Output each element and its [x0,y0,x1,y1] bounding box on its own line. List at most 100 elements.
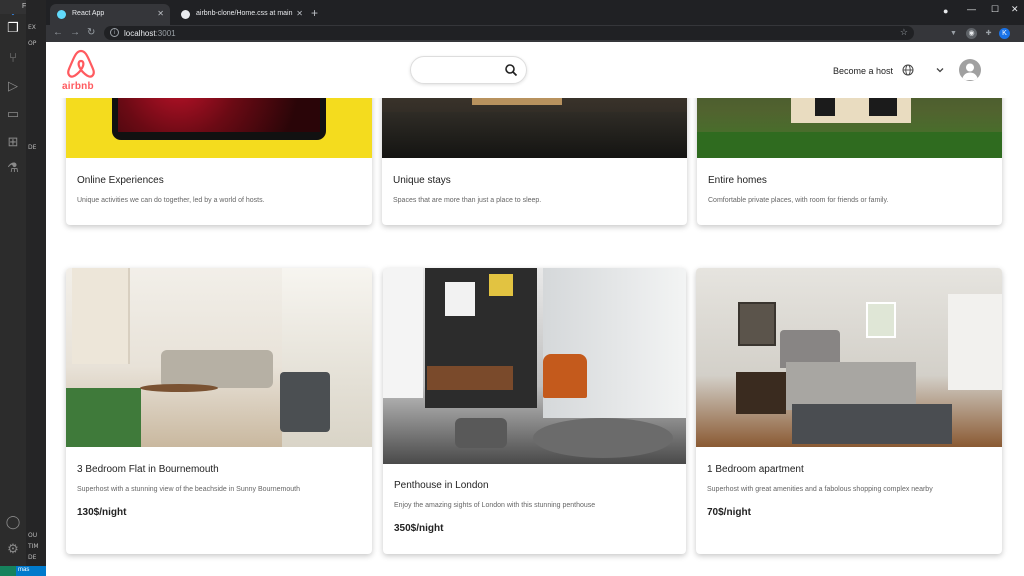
tab-title: React App [72,10,105,17]
listing-title: 3 Bedroom Flat in Bournemouth [77,464,219,475]
rug-image [792,404,952,444]
address-bar[interactable]: i localhost:3001 ☆ [104,26,914,40]
rug-image [533,418,673,458]
tab-github[interactable]: airbnb-clone/Home.css at main ✕ [174,4,309,25]
run-debug-icon[interactable]: ▷ [5,78,21,94]
branch-name[interactable]: mas [18,567,29,573]
ottoman-image [455,418,507,448]
listing-card[interactable]: Penthouse in London Enjoy the amazing si… [383,268,686,554]
testing-icon[interactable]: ⚗ [5,160,21,176]
landscape-image [382,112,687,158]
sideboard-image [427,366,513,390]
vscode-sidebar: EX OP DE OU TIM DE [26,0,46,576]
url-port: :3001 [155,29,176,38]
door-image [948,294,1002,390]
listing-image [383,268,686,464]
search-icon[interactable] [504,63,518,77]
armchair-image [543,354,587,398]
tab-react-app[interactable]: React App ✕ [50,4,170,25]
window-image [866,302,896,338]
sidebar-section[interactable]: DE [28,554,36,561]
profile-avatar[interactable]: K [999,28,1010,39]
extensions-icon[interactable]: ⊞ [5,134,21,150]
nightstand-image [736,372,786,414]
table-image [140,384,218,392]
card-description: Comfortable private places, with room fo… [708,197,889,204]
maximize-icon[interactable]: ☐ [991,4,999,15]
window-close-icon[interactable]: ✕ [1011,4,1019,15]
card-title: Unique stays [393,175,451,186]
search-bar[interactable] [410,56,527,84]
page-viewport: airbnb Become a host Online Experiences … [46,42,1024,576]
bed-image [786,362,916,410]
minimize-icon[interactable]: — [967,4,976,14]
remote-explorer-icon[interactable]: ▭ [5,106,21,122]
url-text: localhost:3001 [124,29,176,38]
listing-title: Penthouse in London [394,480,489,491]
url-host: localhost [124,29,156,38]
airbnb-belo-icon [67,49,95,78]
vscode-activity-bar: ◆ ❐ ⑂ ▷ ▭ ⊞ ⚗ ◯ ⚙ [0,0,26,576]
back-arrow-icon[interactable]: ← [53,27,63,38]
become-host-link[interactable]: Become a host [833,66,893,76]
tab-strip: React App ✕ airbnb-clone/Home.css at mai… [46,0,1024,25]
extension-circle-icon[interactable]: ◉ [966,28,977,39]
mirror-image [738,302,776,346]
react-favicon-icon [57,10,66,19]
extension-v-icon[interactable]: ▼ [948,28,959,39]
card-description: Spaces that are more than just a place t… [393,197,542,204]
search-input[interactable] [421,63,501,77]
extensions-puzzle-icon[interactable]: ✚ [983,28,994,39]
listing-image [696,268,1002,447]
sofa-image [161,350,273,388]
plant-image [66,388,141,447]
close-tab-icon[interactable]: ✕ [157,9,164,18]
sidebar-section[interactable]: DE [28,144,36,151]
settings-gear-icon[interactable]: ⚙ [5,541,21,557]
listing-description: Enjoy the amazing sights of London with … [394,502,596,509]
language-globe-icon[interactable] [902,64,914,76]
listing-price: 70$/night [707,507,751,518]
bookshelf-image [72,268,130,364]
profile-menu-icon[interactable]: ● [943,6,948,16]
close-tab-icon[interactable]: ✕ [296,9,303,18]
lawn-image [697,132,1002,158]
site-header: airbnb Become a host [46,42,1024,98]
explorer-icon[interactable]: ❐ [5,20,21,36]
source-control-icon[interactable]: ⑂ [5,50,21,66]
sidebar-section[interactable]: TIM [28,543,39,550]
forward-arrow-icon[interactable]: → [70,27,80,38]
sidebar-section[interactable]: EX [28,24,36,31]
listing-description: Superhost with great amenities and a fab… [707,486,933,493]
new-tab-plus-icon[interactable]: + [311,6,318,20]
listing-price: 350$/night [394,523,444,534]
listing-image [66,268,372,447]
airbnb-logo[interactable]: airbnb [62,48,102,92]
sidebar-section[interactable]: OP [28,40,36,47]
house-image [791,98,911,123]
listing-description: Superhost with a stunning view of the be… [77,486,300,493]
chair-image [280,372,330,432]
card-title: Online Experiences [77,175,164,186]
listing-title: 1 Bedroom apartment [707,464,804,475]
person-silhouette-icon [962,63,978,80]
card-description: Unique activities we can do together, le… [77,197,265,204]
browser-toolbar: ← → ↻ i localhost:3001 ☆ ▼ ◉ ✚ K [46,25,1024,42]
logo-wordmark: airbnb [62,81,94,92]
listing-card[interactable]: 3 Bedroom Flat in Bournemouth Superhost … [66,268,372,554]
listing-price: 130$/night [77,507,127,518]
site-info-icon[interactable]: i [110,28,119,37]
sidebar-section[interactable]: OU [28,532,37,539]
remote-indicator[interactable] [0,566,16,576]
listing-card[interactable]: 1 Bedroom apartment Superhost with great… [696,268,1002,554]
bookmark-star-icon[interactable]: ☆ [900,27,908,38]
reload-icon[interactable]: ↻ [87,27,95,38]
browser-window: React App ✕ airbnb-clone/Home.css at mai… [46,0,1024,576]
vscode-status-bar: mas [0,566,46,576]
account-icon[interactable]: ◯ [5,514,21,530]
chevron-down-icon[interactable] [935,65,945,75]
cabin-deck-image [472,98,562,105]
tab-title: airbnb-clone/Home.css at main [196,10,293,17]
user-avatar-icon[interactable] [959,59,981,81]
side-room-image [383,268,423,398]
